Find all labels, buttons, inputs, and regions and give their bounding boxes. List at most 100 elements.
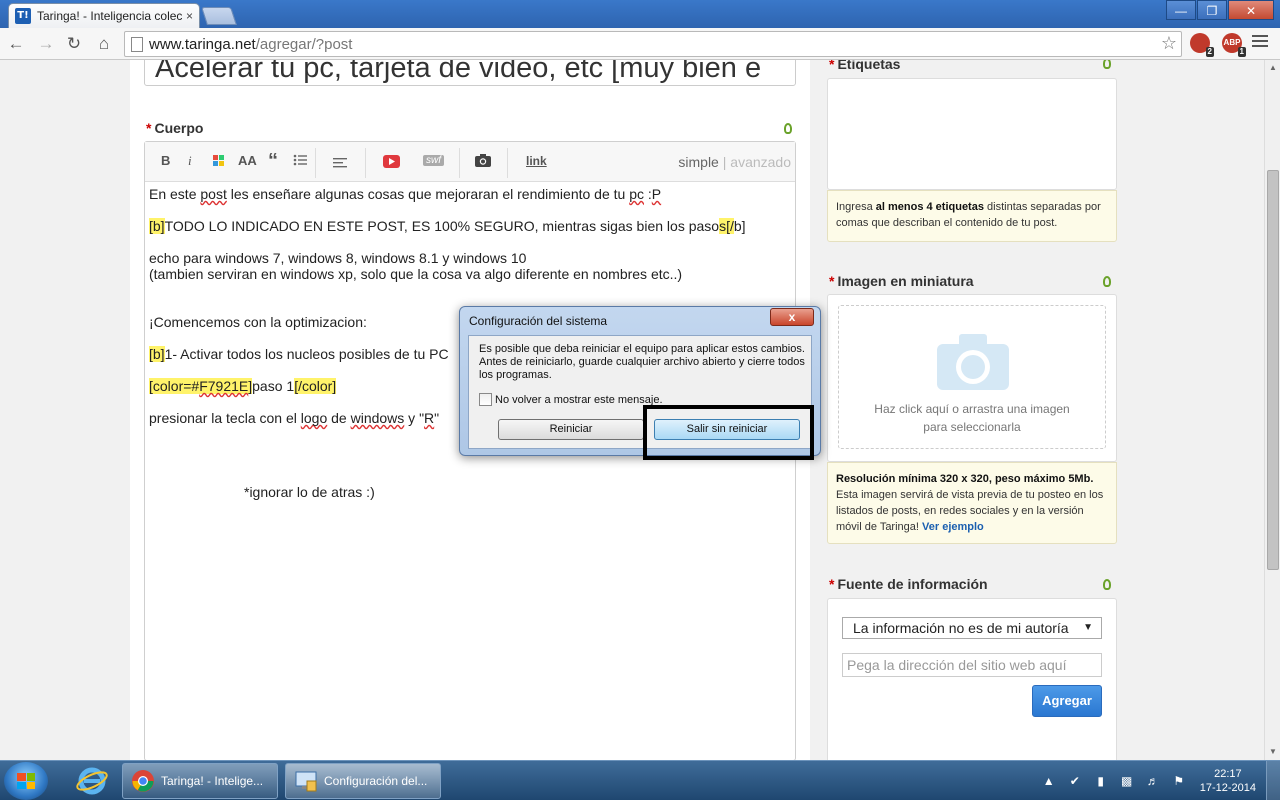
dialog-title: Configuración del sistema (469, 314, 608, 328)
editor-mode-switch: simple | avanzado (678, 154, 791, 170)
browser-tab[interactable]: T! Taringa! - Inteligencia colectiva × (8, 3, 200, 28)
hint-bulb-icon[interactable] (1103, 579, 1111, 590)
task-label: Taringa! - Intelige... (161, 774, 264, 788)
url-host: www.taringa.net (149, 35, 256, 53)
color-grid-icon (213, 155, 224, 166)
ext-badge: 2 (1205, 47, 1214, 57)
forward-arrow-icon[interactable]: → (34, 32, 58, 56)
dialog-message: Es posible que deba reiniciar el equipo … (479, 343, 805, 381)
thumbnail-box: Haz click aquí o arrastra una imagen para… (827, 294, 1117, 462)
task-label: Configuración del... (324, 774, 428, 788)
abp-icon[interactable]: ABP 1 (1222, 33, 1246, 57)
font-size-button[interactable]: AA (238, 153, 257, 168)
volume-icon[interactable]: ♬ (1145, 773, 1161, 789)
italic-button[interactable]: i (188, 153, 192, 169)
tags-label: * Etiquetas (829, 60, 901, 72)
start-button[interactable] (4, 762, 48, 800)
swf-button[interactable]: swf (423, 155, 444, 166)
body-line: [b]TODO LO INDICADO EN ESTE POST, ES 100… (149, 218, 746, 234)
new-tab-button[interactable] (201, 7, 237, 25)
hint-bulb-icon[interactable] (1103, 60, 1111, 69)
dont-show-again-checkbox[interactable]: No volver a mostrar este mensaje. (479, 393, 663, 406)
signal-icon[interactable]: ▩ (1119, 773, 1135, 789)
page-icon (131, 36, 143, 52)
sidebar: * Etiquetas Ingresa al menos 4 etiquetas … (827, 60, 1117, 760)
hint-bulb-icon[interactable] (1103, 276, 1111, 287)
tags-hint: Ingresa al menos 4 etiquetas distintas s… (827, 190, 1117, 242)
taskbar-msconfig[interactable]: Configuración del... (285, 763, 441, 799)
scroll-up-icon[interactable]: ▲ (1265, 60, 1280, 76)
required-marker: * (146, 120, 152, 136)
tags-input[interactable] (827, 78, 1117, 190)
source-url-input[interactable]: Pega la dirección del sitio web aquí (842, 653, 1102, 677)
tab-close-icon[interactable]: × (186, 9, 193, 23)
editor-toolbar: B i AA “ swf link simple | avanzado (145, 142, 795, 182)
body-line: *ignorar lo de atras :) (244, 484, 375, 500)
system-tray: ▲ ✔ ▮ ▩ ♬ ⚑ 22:17 17-12-2014 (1036, 761, 1280, 800)
home-icon[interactable]: ⌂ (92, 32, 116, 56)
list-button[interactable] (293, 154, 307, 169)
chevron-down-icon: ▼ (1083, 622, 1093, 633)
body-line: echo para windows 7, windows 8, windows … (149, 250, 527, 266)
restart-button[interactable]: Reiniciar (498, 419, 644, 440)
bookmark-star-icon[interactable]: ☆ (1161, 33, 1177, 54)
quote-button[interactable]: “ (268, 150, 278, 173)
windows-taskbar: Taringa! - Intelige... Configuración del… (0, 760, 1280, 800)
mode-simple[interactable]: simple (678, 154, 718, 170)
browser-toolbar: ← → ↻ ⌂ www.taringa.net/agregar/?post ☆ … (0, 28, 1280, 60)
url-path: /agregar/?post (255, 35, 353, 53)
ie-pinned-button[interactable] (68, 763, 116, 799)
mode-advanced[interactable]: avanzado (730, 154, 791, 170)
windows-logo-icon (17, 773, 35, 789)
body-line: En este post les enseñare algunas cosas … (149, 186, 662, 202)
align-button[interactable] (333, 156, 347, 171)
adblock-icon[interactable]: 2 (1190, 33, 1214, 57)
add-source-button[interactable]: Agregar (1032, 685, 1102, 717)
chrome-icon (132, 770, 154, 792)
hint-bulb-icon[interactable] (784, 123, 792, 134)
dialog-close-button[interactable]: x (770, 308, 814, 326)
minimize-button[interactable]: — (1166, 0, 1196, 20)
camera-icon (475, 154, 491, 167)
link-button[interactable]: link (526, 154, 547, 168)
scroll-down-icon[interactable]: ▼ (1265, 744, 1280, 760)
thumbnail-dropzone[interactable]: Haz click aquí o arrastra una imagen para… (838, 305, 1106, 449)
window-controls: — ❐ ✕ (1165, 0, 1274, 20)
browser-title-bar: T! Taringa! - Inteligencia colectiva × —… (0, 0, 1280, 28)
source-select[interactable]: La información no es de mi autoría ▼ (842, 617, 1102, 639)
align-left-icon (333, 158, 347, 168)
security-icon[interactable]: ✔ (1067, 773, 1083, 789)
back-arrow-icon[interactable]: ← (4, 32, 28, 56)
dropzone-text: Haz click aquí o arrastra una imagen para… (874, 402, 1070, 434)
restore-button[interactable]: ❐ (1197, 0, 1227, 20)
youtube-icon (383, 155, 400, 168)
color-button[interactable] (213, 155, 225, 170)
show-desktop-button[interactable] (1266, 761, 1280, 800)
tray-arrow-icon[interactable]: ▲ (1041, 773, 1057, 789)
post-title-input[interactable]: Acelerar tu pc, tarjeta de video, etc [m… (144, 60, 796, 86)
checkbox[interactable] (479, 393, 492, 406)
camera-icon (937, 334, 1009, 390)
chrome-menu-icon[interactable] (1252, 35, 1268, 51)
window-close-button[interactable]: ✕ (1228, 0, 1274, 20)
youtube-button[interactable] (383, 155, 400, 171)
checkbox-label: No volver a mostrar este mensaje. (495, 393, 663, 406)
taringa-favicon-icon: T! (15, 8, 31, 24)
bold-button[interactable]: B (161, 153, 170, 168)
view-example-link[interactable]: Ver ejemplo (922, 521, 984, 533)
page-scrollbar[interactable]: ▲ ▼ (1264, 60, 1280, 760)
reload-icon[interactable]: ↻ (62, 32, 86, 56)
source-box: La información no es de mi autoría ▼ Pega… (827, 598, 1117, 760)
flag-icon[interactable]: ⚑ (1171, 773, 1187, 789)
scroll-thumb[interactable] (1267, 170, 1279, 570)
body-line: (tambien serviran en windows xp, solo qu… (149, 266, 683, 282)
highlight-box (643, 405, 814, 460)
taskbar-chrome[interactable]: Taringa! - Intelige... (122, 763, 278, 799)
address-bar[interactable]: www.taringa.net/agregar/?post ☆ (124, 31, 1182, 57)
list-icon (293, 154, 307, 166)
clock[interactable]: 22:17 17-12-2014 (1200, 767, 1256, 795)
ext-badge: 1 (1237, 47, 1246, 57)
device-icon[interactable]: ▮ (1093, 773, 1109, 789)
image-button[interactable] (475, 154, 491, 170)
body-label: * Cuerpo (146, 120, 204, 136)
